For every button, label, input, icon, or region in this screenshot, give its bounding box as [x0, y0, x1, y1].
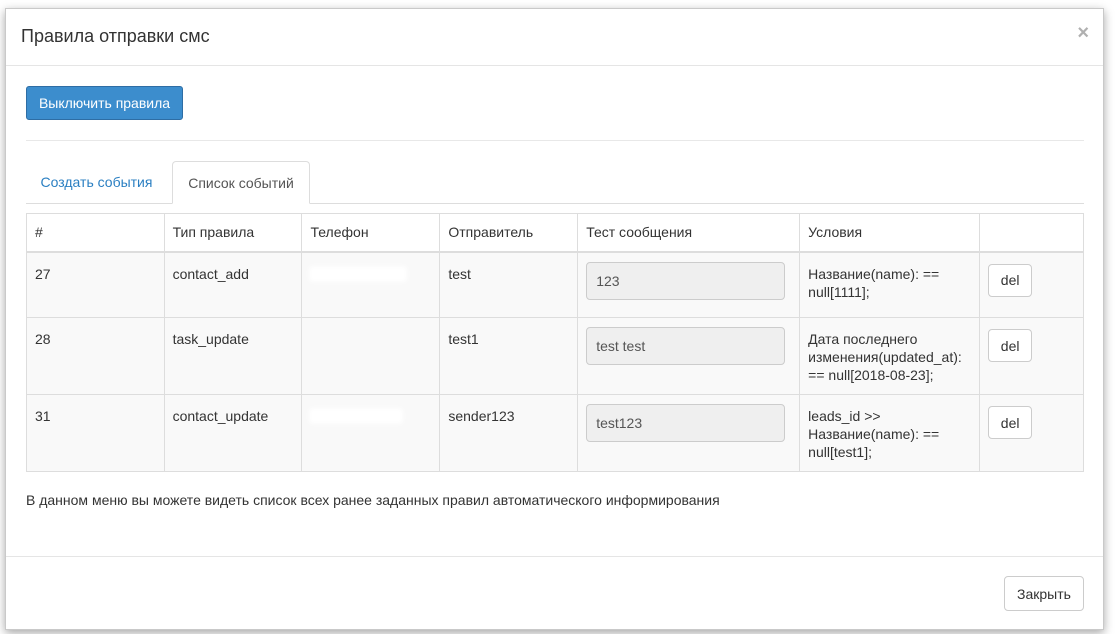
condition-line: Название(name): == — [808, 426, 940, 442]
column-header-message: Тест сообщения — [577, 213, 801, 253]
table-row: 28 task_update test1 test test Дата посл… — [26, 317, 1084, 395]
condition-line: Название(name): == — [808, 265, 940, 282]
phone-cell — [301, 251, 441, 318]
delete-button[interactable]: del — [988, 406, 1033, 439]
rule-id: 27 — [26, 251, 165, 318]
sms-rules-modal: Правила отправки смс × Выключить правила… — [5, 8, 1104, 630]
modal-footer: Закрыть — [6, 556, 1103, 631]
column-header-phone: Телефон — [301, 213, 441, 253]
modal-title: Правила отправки смс — [21, 26, 210, 46]
actions-cell: del — [979, 394, 1084, 472]
column-header-sender: Отправитель — [439, 213, 579, 253]
conditions: Название(name): == null[1111]; — [799, 251, 981, 318]
info-text: В данном меню вы можете видеть список вс… — [26, 492, 720, 508]
condition-line: Дата последнего — [808, 331, 918, 347]
column-header-conditions: Условия — [799, 213, 981, 253]
tab-create-events[interactable]: Создать события — [26, 161, 167, 203]
redacted-phone — [310, 266, 407, 281]
divider — [26, 140, 1084, 141]
rule-id: 28 — [26, 317, 165, 395]
tabs: Создать события Список событий — [26, 161, 1084, 204]
message-cell: test test — [577, 317, 801, 395]
rules-table: # Тип правила Телефон Отправитель Тест с… — [26, 213, 1084, 472]
actions-cell: del — [979, 251, 1084, 318]
modal-header: Правила отправки смс × — [6, 9, 1103, 66]
phone-cell — [301, 317, 441, 395]
condition-line: leads_id >> — [808, 408, 881, 424]
condition-line: null[1111]; — [808, 283, 870, 300]
message-cell: 123 — [577, 251, 801, 318]
close-icon[interactable]: × — [1077, 23, 1089, 43]
condition-line: == null[2018-08-23]; — [808, 367, 934, 383]
condition-line: null[test1]; — [808, 444, 872, 460]
delete-button[interactable]: del — [988, 263, 1033, 297]
message-field[interactable]: test123 — [586, 404, 786, 442]
conditions: Дата последнего изменения(updated_at): =… — [799, 317, 981, 395]
close-button[interactable]: Закрыть — [1004, 576, 1084, 611]
sender: test — [439, 251, 579, 318]
delete-button[interactable]: del — [988, 329, 1033, 362]
message-field[interactable]: 123 — [586, 261, 786, 300]
table-row: 31 contact_update sender123 test123 lead… — [26, 394, 1084, 472]
condition-line: изменения(updated_at): — [808, 349, 962, 365]
sender: test1 — [439, 317, 579, 395]
column-header-id: # — [26, 213, 165, 253]
rule-type: task_update — [163, 317, 303, 395]
rule-type: contact_add — [163, 251, 303, 318]
table-row: 27 contact_add test 123 Название(name): … — [26, 251, 1084, 318]
tab-events-list[interactable]: Список событий — [172, 161, 310, 204]
actions-cell: del — [979, 317, 1084, 395]
column-header-actions — [979, 213, 1084, 253]
phone-cell — [301, 394, 441, 472]
table-header-row: # Тип правила Телефон Отправитель Тест с… — [26, 213, 1084, 253]
redacted-phone — [310, 409, 403, 423]
message-field[interactable]: test test — [586, 327, 786, 365]
message-cell: test123 — [577, 394, 801, 472]
column-header-rule-type: Тип правила — [163, 213, 303, 253]
rule-id: 31 — [26, 394, 165, 472]
sender: sender123 — [439, 394, 579, 472]
disable-rules-button[interactable]: Выключить правила — [26, 86, 183, 120]
conditions: leads_id >> Название(name): == null[test… — [799, 394, 981, 472]
rule-type: contact_update — [163, 394, 303, 472]
